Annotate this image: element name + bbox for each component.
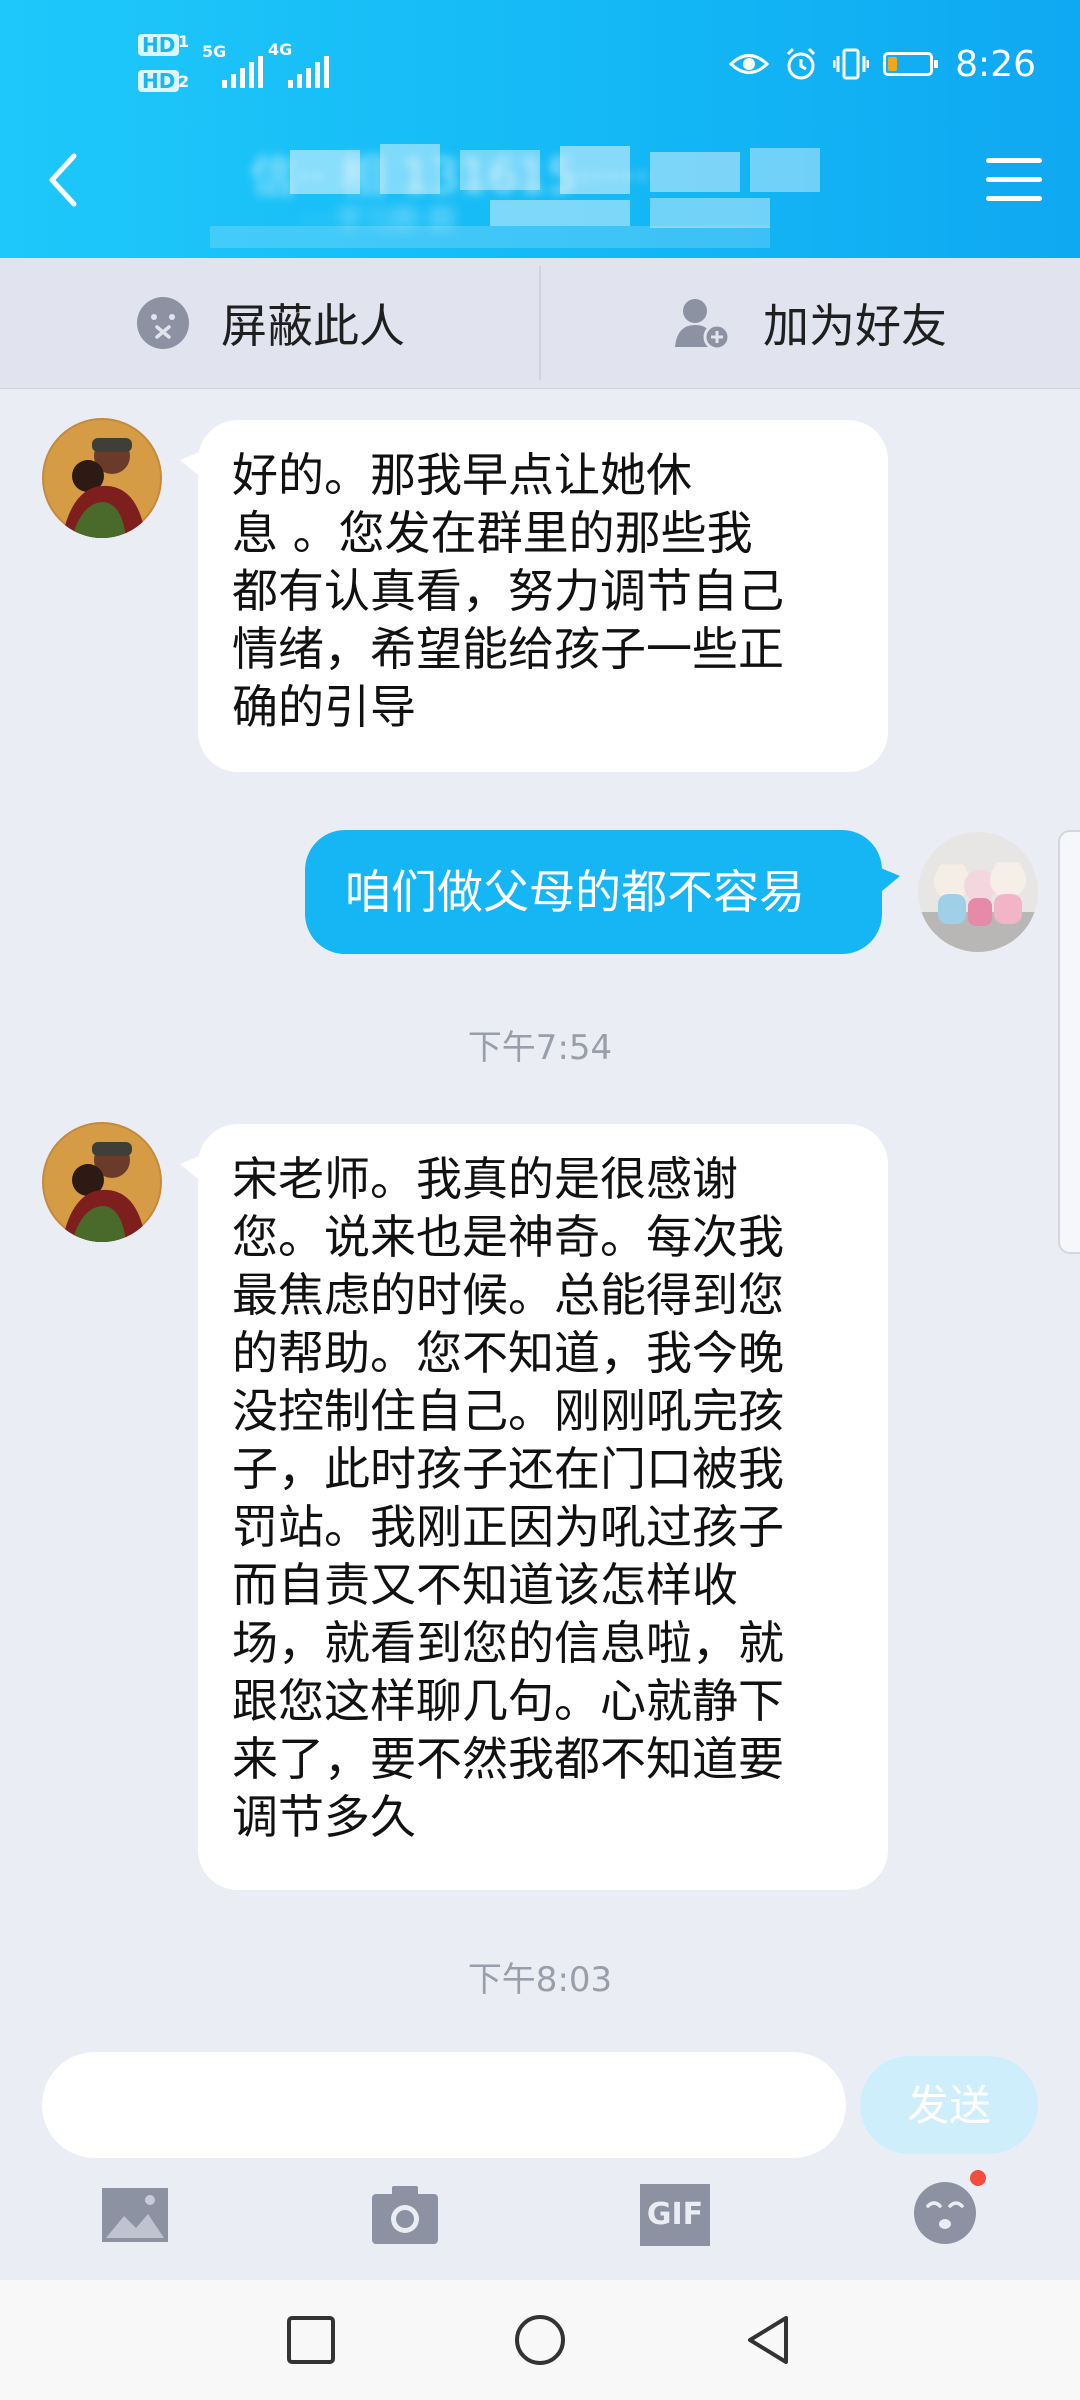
image-icon[interactable] [100, 2180, 170, 2250]
camera-icon[interactable] [370, 2180, 440, 2250]
status-bar-left: HD 1 HD 2 5G 4G [138, 32, 358, 102]
recents-icon[interactable] [283, 2312, 339, 2368]
eye-icon [729, 54, 770, 74]
message-line: 您。说来也是神奇。每次我 [232, 1210, 784, 1264]
message-line: 罚站。我刚正因为吼过孩子 [232, 1500, 784, 1554]
redaction-mosaic [210, 130, 850, 260]
add-friend-label: 加为好友 [763, 299, 947, 353]
message-line: 都有认真看，努力调节自己 [232, 564, 784, 618]
message-line: 好的。那我早点让她休 [232, 448, 692, 502]
stranger-action-bar: 屏蔽此人 加为好友 [0, 258, 1080, 389]
message-line: 息 。您发在群里的那些我 [232, 506, 753, 560]
notification-dot [970, 2170, 986, 2186]
composer: 发送 GIF [0, 2030, 1080, 2280]
message-line: 情绪，希望能给孩子一些正 [232, 622, 784, 676]
emoji-button[interactable] [912, 2170, 986, 2246]
menu-icon[interactable] [986, 158, 1042, 202]
alarm-icon [787, 47, 816, 80]
system-nav-bar [0, 2280, 1080, 2400]
message-line: 而自责又不知道该怎样收 [232, 1558, 738, 1612]
add-friend-icon [675, 299, 731, 351]
message-line: 最焦虑的时候。总能得到您 [232, 1268, 784, 1322]
clock: 8:26 [955, 43, 1036, 85]
incoming-message-bubble[interactable]: 宋老师。我真的是很感谢 您。说来也是神奇。每次我 最焦虑的时候。总能得到您 的帮… [180, 1124, 888, 1890]
gif-icon[interactable]: GIF [640, 2184, 710, 2246]
back-nav-icon[interactable] [740, 2312, 796, 2368]
block-icon [137, 297, 189, 349]
signal2-icon [288, 54, 329, 88]
signal1-icon [222, 54, 263, 88]
home-icon[interactable] [512, 2312, 568, 2368]
chat-header: HD 1 HD 2 5G 4G 8:26 信·· 相 131615····· ·… [0, 0, 1080, 258]
message-line: 宋老师。我真的是很感谢 [232, 1152, 738, 1206]
message-line: 的帮助。您不知道，我今晚 [232, 1326, 784, 1380]
message-line: 子，此时孩子还在门口被我 [232, 1442, 784, 1496]
sender-avatar[interactable] [42, 418, 162, 538]
send-button[interactable]: 发送 [860, 2056, 1038, 2154]
sim2-hd-badge: HD [138, 70, 180, 92]
block-user-label: 屏蔽此人 [221, 299, 405, 353]
sender-avatar[interactable] [42, 1122, 162, 1242]
message-line: 调节多久 [232, 1790, 416, 1844]
outgoing-message-bubble[interactable]: 咱们做父母的都不容易 [305, 830, 900, 954]
sim1-hd-badge: HD [138, 34, 180, 56]
timestamp: 下午7:54 [467, 1028, 613, 1068]
incoming-message-bubble[interactable]: 好的。那我早点让她休 息 。您发在群里的那些我 都有认真看，努力调节自己 情绪，… [180, 420, 888, 772]
message-text: 咱们做父母的都不容易 [345, 865, 805, 919]
battery-icon [883, 52, 939, 76]
message-line: 来了，要不然我都不知道要 [232, 1732, 784, 1786]
sim2-index: 2 [178, 72, 190, 91]
add-friend-button[interactable]: 加为好友 [540, 258, 1080, 388]
sim1-index: 1 [178, 32, 190, 51]
emoji-icon [914, 2182, 976, 2244]
timestamp: 下午8:03 [467, 1960, 613, 2000]
message-line: 没控制住自己。刚刚吼完孩 [232, 1384, 784, 1438]
my-avatar[interactable] [918, 832, 1038, 952]
vibrate-icon [833, 48, 870, 80]
message-line: 跟您这样聊几句。心就静下 [232, 1674, 784, 1728]
back-arrow-icon[interactable] [44, 150, 84, 210]
scroll-handle[interactable] [1058, 830, 1080, 1254]
block-user-button[interactable]: 屏蔽此人 [0, 258, 540, 388]
message-line: 确的引导 [232, 680, 416, 734]
status-bar-right: 8:26 [729, 36, 1036, 92]
message-line: 场，就看到您的信息啦，就 [232, 1616, 784, 1670]
message-input[interactable] [42, 2052, 846, 2158]
